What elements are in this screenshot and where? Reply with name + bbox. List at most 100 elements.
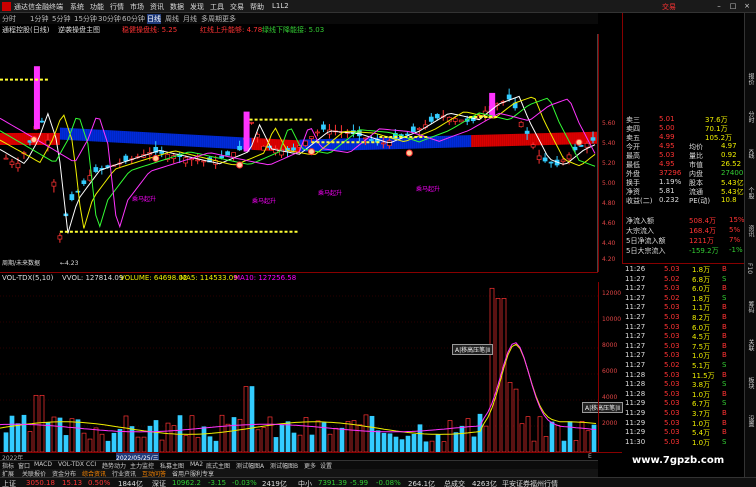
volume-bar [375,430,381,452]
sidebar-item[interactable]: 个股 [746,187,755,199]
tf-tab[interactable]: 60分钟 [122,14,145,24]
volume-bar [573,440,579,452]
tf-tab[interactable]: 15分钟 [74,14,97,24]
tick-volume: 1.0万 [692,419,711,428]
tick-price: 5.03 [664,303,680,312]
tf-tab-more[interactable]: 更多 [222,14,236,24]
tick-time: 11:29 [625,399,646,408]
sidebar-item[interactable]: 板块 [746,377,755,389]
tick-volume: 6.7万 [692,400,711,409]
vol-indicator-name[interactable]: VOL-TDX(5,10) [2,274,53,282]
tf-tab[interactable]: 30分钟 [98,14,121,24]
cloud-band [231,136,234,149]
draw-tool-popup[interactable]: A|移高压笔|Ⅱ [452,344,494,355]
cloud-band [233,136,236,149]
index-name-sh[interactable]: 上证 [2,479,16,487]
tf-tab[interactable]: 1分钟 [30,14,48,24]
volume-bar [549,421,555,452]
tab-macd[interactable]: MACD [34,461,52,468]
sidebar-item[interactable]: 报价 [746,73,755,85]
maximize-icon[interactable]: □ [728,2,738,11]
signal-dot [236,161,244,169]
tick-volume: 1.8万 [692,294,711,303]
sidebar-item[interactable]: 设置 [746,415,755,427]
candle-body [3,157,9,160]
menu-item-tools[interactable]: 工具 [210,2,224,12]
menu-item-market[interactable]: 市场 [130,2,144,12]
brand-label[interactable]: 交易 [662,2,676,12]
tf-tab-selected[interactable]: 日线 [147,14,161,24]
menu-item-trade[interactable]: 交易 [230,2,244,12]
tick-price: 5.03 [664,341,680,350]
candle-body [548,161,554,164]
tick-row: 11:27 5.03 6.0万 B [622,284,744,293]
highlight-candle [489,92,496,117]
tick-list[interactable]: 11:26 5.03 1.8万 B 11:27 5.02 6.8万 S 11:27 5.03 6.0… [622,263,744,463]
tick-row: 11:30 5.03 1.0万 S [622,438,744,447]
menu-item-discover[interactable]: 发现 [190,2,204,12]
candle-body [69,194,75,201]
sidebar-item[interactable]: F10 [746,263,753,274]
cloud-band [125,131,128,144]
sidebar-item[interactable]: 分时 [746,111,755,123]
ma-line-white [0,95,596,234]
menu-item-quote[interactable]: 行情 [110,2,124,12]
index-name-sz[interactable]: 深证 [152,479,166,487]
tab-cci[interactable]: CCI [86,461,96,468]
tf-tab[interactable]: 周线 [165,14,179,24]
sidebar-item[interactable]: 筹码 [746,301,755,313]
tick-time: 11:29 [625,418,646,427]
cloud-band [433,136,436,149]
tab-vol-tdx[interactable]: VOL-TDX [58,461,84,468]
volume-bar [255,429,261,452]
candle-body [434,114,440,119]
menu-item-help[interactable]: 帮助 [250,2,264,12]
candle-body [369,139,374,141]
index-name-zx[interactable]: 中小 [298,479,312,487]
menu-item-system[interactable]: 系统 [70,2,84,12]
tick-price: 5.03 [664,265,680,273]
minimize-icon[interactable]: – [714,2,724,11]
menu-item-news[interactable]: 资讯 [150,2,164,12]
cloud-band [71,128,74,141]
candlestick-chart[interactable] [0,34,598,272]
cloud-band [221,136,224,149]
menu-item-function[interactable]: 功能 [90,2,104,12]
tf-tab[interactable]: 月线 [183,14,197,24]
tf-tab[interactable]: 多周期 [201,14,222,24]
volume-bar [57,417,63,452]
tick-price: 5.03 [664,313,680,321]
total-volume-value: 4263亿 [472,480,497,487]
tick-price: 5.03 [664,418,680,427]
price-tick: 5.40 [602,140,616,147]
sidebar-item[interactable]: 资讯 [746,225,755,237]
volume-chart[interactable] [0,282,598,452]
volume-bar [243,386,249,452]
sidebar-item[interactable]: K线 [746,149,755,159]
cloud-band [9,132,12,145]
tf-tab[interactable]: 5分钟 [52,14,70,24]
menu-item-l1l2[interactable]: L1L2 [272,2,289,10]
index-change-sz: -3.15 [208,479,227,487]
quote-value: 0.92 [721,151,737,159]
sidebar-item[interactable]: 关联 [746,339,755,351]
cloud-band [191,134,194,147]
volume-bar [507,382,513,452]
candle-body [123,155,129,162]
cloud-band [131,131,134,144]
volume-bar [159,439,165,452]
tick-side: B [722,332,727,341]
quote-value: 5.00 [659,124,675,132]
close-icon[interactable]: × [742,2,752,11]
tick-price: 5.02 [664,293,680,302]
volume-bar [111,432,117,452]
volume-bar [561,440,567,452]
menu-item-data[interactable]: 数据 [170,2,184,12]
cloud-band [165,133,168,146]
volume-bar [123,415,129,452]
tf-tab[interactable]: 分时 [2,14,16,24]
tab-ma2[interactable]: MA2 [190,461,203,468]
candle-body [225,151,230,156]
candle-body [231,152,236,158]
tick-side: B [722,265,727,273]
